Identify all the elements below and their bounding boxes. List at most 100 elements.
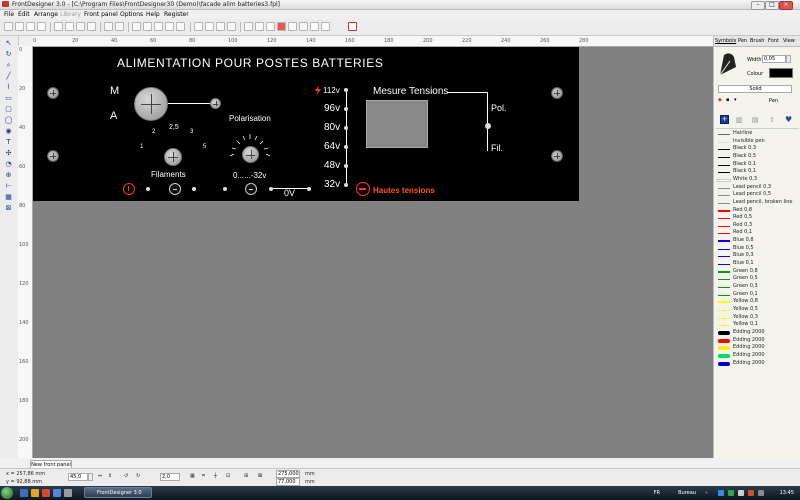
filaments-knob[interactable]: [164, 148, 182, 166]
align-bottom-icon[interactable]: [176, 22, 185, 31]
edit-pen-icon[interactable]: ▤: [752, 116, 759, 124]
width-input[interactable]: 0,05: [762, 55, 786, 63]
security-icon[interactable]: [728, 490, 734, 496]
pen-list-item[interactable]: Yellow 0,3: [716, 314, 800, 321]
mirror-h-icon[interactable]: ⇔: [98, 473, 102, 479]
pen-list-item[interactable]: Edding 2000: [716, 337, 800, 344]
pen-list-item[interactable]: Green 0,5: [716, 275, 800, 282]
voltage-jack[interactable]: [344, 164, 348, 168]
pen-list-item[interactable]: Edding 2000: [716, 344, 800, 351]
delete-icon[interactable]: [87, 22, 96, 31]
circle-tool-icon[interactable]: ◉: [4, 127, 13, 135]
fil-minus-button[interactable]: [169, 183, 181, 195]
group-icon[interactable]: [194, 22, 203, 31]
menu-arrange[interactable]: Arrange: [34, 11, 58, 18]
pen-list-item[interactable]: Green 0,3: [716, 283, 800, 290]
polarisation-knob[interactable]: [242, 146, 259, 163]
measure-icon[interactable]: [288, 22, 297, 31]
panel-height-input[interactable]: 77,000: [276, 478, 300, 486]
zoom-icon[interactable]: [266, 22, 275, 31]
pen-list-item[interactable]: Green 0,1: [716, 291, 800, 298]
design-canvas[interactable]: ALIMENTATION POUR POSTES BATTERIES M A 1…: [33, 47, 713, 458]
m-label[interactable]: M: [110, 85, 119, 97]
snap-toggle-icon[interactable]: ⌗: [202, 473, 205, 479]
align-left-icon[interactable]: [132, 22, 141, 31]
tab-symbols[interactable]: Symbols: [715, 38, 736, 44]
explorer-icon[interactable]: [20, 489, 28, 497]
cutout-tool-icon[interactable]: ⊠: [4, 204, 13, 212]
selector-pivot[interactable]: [485, 123, 491, 129]
ellipse-tool-icon[interactable]: ◯: [4, 116, 13, 124]
save-icon[interactable]: [26, 22, 35, 31]
meter-terminal[interactable]: [210, 98, 221, 109]
screw-icon[interactable]: [551, 150, 563, 162]
pen-list-item[interactable]: Hairline: [716, 130, 800, 137]
tab-font[interactable]: Font: [768, 38, 779, 44]
front-panel[interactable]: ALIMENTATION POUR POSTES BATTERIES M A 1…: [33, 47, 579, 201]
lock-toggle-icon[interactable]: ⊠: [258, 473, 262, 479]
layers-icon[interactable]: [310, 22, 319, 31]
pen-list-item[interactable]: White 0,3: [716, 176, 800, 183]
pen-list-item[interactable]: Yellow 0,8: [716, 298, 800, 305]
jack-dot[interactable]: [146, 187, 150, 191]
dial-number[interactable]: 3: [190, 129, 193, 135]
network-icon[interactable]: [718, 490, 724, 496]
colour-swatch[interactable]: [769, 68, 793, 78]
to-back-icon[interactable]: [227, 22, 236, 31]
new-icon[interactable]: [4, 22, 13, 31]
grid-icon[interactable]: [244, 22, 253, 31]
screw-icon[interactable]: [47, 87, 59, 99]
desktop-label[interactable]: Bureau: [678, 490, 696, 496]
pen-list-item[interactable]: Lead pencil 0,3: [716, 184, 800, 191]
voltage-jack[interactable]: [344, 183, 348, 187]
jack-dot[interactable]: [307, 187, 311, 191]
mirror-v-icon[interactable]: ⇕: [108, 473, 112, 479]
voltage-label[interactable]: 112v: [323, 86, 340, 95]
menu-register[interactable]: Register: [164, 11, 189, 18]
voltage-label[interactable]: 32v: [324, 179, 340, 190]
menu-library[interactable]: Library: [60, 11, 81, 18]
taskbar-app-button[interactable]: FrontDesigner 3.0: [84, 487, 152, 498]
panel-title[interactable]: ALIMENTATION POUR POSTES BATTERIES: [117, 56, 383, 70]
align-center-icon[interactable]: [143, 22, 152, 31]
open-icon[interactable]: [15, 22, 24, 31]
width-spinner[interactable]: [786, 55, 791, 63]
menu-front-panel[interactable]: Front panel: [84, 11, 118, 18]
voltage-jack[interactable]: [344, 88, 348, 92]
jack-dot[interactable]: [223, 187, 227, 191]
volume-icon[interactable]: [738, 490, 744, 496]
lang-indicator[interactable]: FR: [654, 490, 660, 496]
scale-tool-icon[interactable]: ◔: [4, 160, 13, 168]
mesure-label[interactable]: Mesure Tensions: [373, 86, 448, 97]
tab-brush[interactable]: Brush: [750, 38, 764, 44]
filaments-label[interactable]: Filaments: [151, 170, 186, 179]
zero-v-label[interactable]: 0V: [284, 188, 295, 198]
bitmap-tool-icon[interactable]: ▦: [4, 193, 13, 201]
redo-icon[interactable]: [115, 22, 124, 31]
pen-list-item[interactable]: Blue 0,8: [716, 237, 800, 244]
maximize-button[interactable]: □: [765, 1, 779, 10]
fil-label[interactable]: Fil.: [491, 143, 503, 153]
size-toggle-icon[interactable]: ⊞: [244, 473, 248, 479]
desktop-icon[interactable]: [64, 489, 72, 497]
pen-list-item[interactable]: Blue 0,1: [716, 260, 800, 267]
dial-number[interactable]: 1: [140, 144, 143, 150]
tab-pen[interactable]: Pen: [738, 38, 747, 44]
symbol-tool-icon[interactable]: ✣: [4, 149, 13, 157]
add-pen-icon[interactable]: +: [720, 115, 729, 124]
rotate-left-icon[interactable]: ↺: [124, 473, 128, 479]
delete-pen-icon[interactable]: ▥: [736, 116, 743, 124]
meter-knob[interactable]: [134, 87, 168, 121]
start-button[interactable]: [1, 487, 13, 499]
range-label[interactable]: 0......-32v: [233, 171, 266, 180]
pen-list-item[interactable]: Blue 0,3: [716, 252, 800, 259]
rectangle-tool-icon[interactable]: ▭: [4, 94, 13, 102]
power-icon[interactable]: [758, 490, 764, 496]
paste-icon[interactable]: [76, 22, 85, 31]
library-icon[interactable]: [321, 22, 330, 31]
voltage-jack[interactable]: [344, 145, 348, 149]
pen-list-item[interactable]: Edding 2000: [716, 352, 800, 359]
line-tool-icon[interactable]: ╱: [4, 72, 13, 80]
pen-list-item[interactable]: Red 0,3: [716, 222, 800, 229]
voltage-label[interactable]: 48v: [324, 160, 340, 171]
